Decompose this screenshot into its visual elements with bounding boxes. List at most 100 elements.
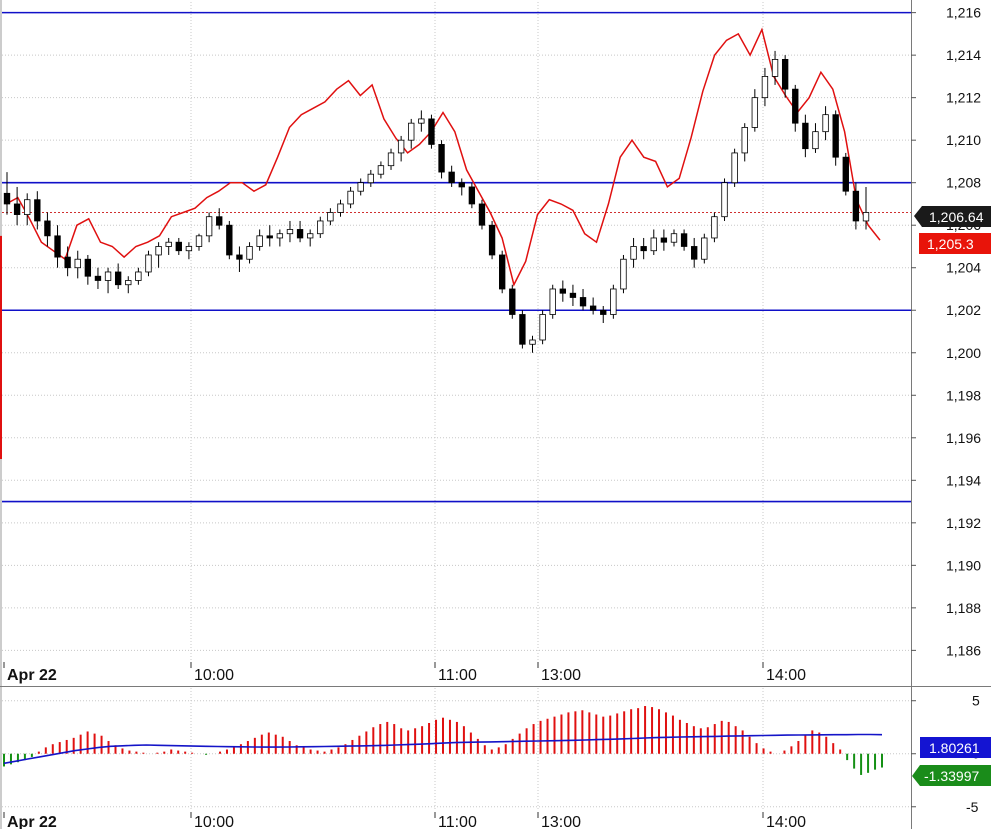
- candle-up: [630, 246, 637, 260]
- candle-down: [44, 220, 51, 237]
- candle-up: [620, 258, 627, 290]
- candle-up: [650, 237, 657, 252]
- histogram-value-label: -1.33997: [924, 768, 979, 784]
- price-y-tick-label: 1,210: [946, 132, 981, 148]
- candle-down: [600, 309, 607, 315]
- candle-up: [418, 118, 425, 124]
- time-axis-label: 11:00: [438, 814, 477, 829]
- candle-up: [812, 131, 819, 150]
- candle-up: [549, 288, 556, 315]
- candle-down: [34, 199, 41, 222]
- candle-down: [488, 224, 496, 256]
- price-y-tick-label: 1,204: [946, 260, 981, 276]
- candle-down: [680, 233, 688, 247]
- candle-up: [670, 233, 678, 243]
- candle-up: [771, 58, 779, 77]
- candle-up: [397, 139, 405, 154]
- candle-down: [13, 203, 21, 215]
- time-axis-label: 14:00: [766, 667, 806, 684]
- candle-up: [24, 199, 31, 215]
- candle-down: [94, 275, 102, 281]
- candle-down: [468, 186, 476, 205]
- candle-down: [842, 156, 849, 192]
- candle-down: [478, 203, 486, 226]
- candle-down: [559, 288, 567, 294]
- candle-up: [205, 216, 213, 237]
- candle-up: [135, 271, 142, 281]
- candle-up: [286, 229, 294, 235]
- price-y-tick-label: 1,198: [946, 387, 981, 403]
- histogram-value-tag: -1.33997: [912, 765, 991, 786]
- candle-up: [256, 235, 263, 247]
- candle-up: [711, 216, 718, 239]
- time-axis-label: 13:00: [541, 667, 581, 684]
- candle-down: [266, 235, 273, 239]
- candle-down: [296, 229, 304, 239]
- candle-down: [589, 305, 597, 311]
- signal-value-tag: 1.80261: [920, 737, 991, 758]
- candle-up: [822, 114, 829, 133]
- candle-up: [357, 182, 364, 192]
- candle-down: [781, 58, 789, 90]
- osc-y-tick-label: -5: [966, 799, 979, 815]
- candle-down: [832, 114, 839, 158]
- price-y-tick-label: 1,192: [946, 515, 981, 531]
- candle-down: [792, 88, 799, 124]
- candle-up: [74, 258, 81, 269]
- candle-up: [862, 212, 870, 222]
- price-y-tick-label: 1,200: [946, 345, 981, 361]
- candle-up: [610, 288, 617, 315]
- signal-value-label: 1.80261: [929, 740, 980, 756]
- candle-up: [317, 220, 324, 235]
- candle-down: [3, 192, 11, 205]
- candle-down: [509, 288, 516, 315]
- candle-down: [852, 190, 860, 222]
- price-y-tick-label: 1,190: [946, 557, 981, 573]
- candle-down: [236, 254, 243, 260]
- candle-up: [377, 165, 385, 175]
- candle-down: [458, 182, 465, 188]
- price-y-tick-label: 1,208: [946, 175, 981, 191]
- candle-down: [569, 292, 577, 298]
- candle-down: [640, 246, 647, 252]
- candle-up: [731, 152, 738, 184]
- candle-up: [276, 233, 284, 239]
- price-y-tick-label: 1,194: [946, 472, 981, 488]
- time-axis-label: Apr 22: [7, 667, 57, 684]
- candle-down: [499, 254, 506, 290]
- candle-up: [529, 339, 536, 345]
- candle-down: [226, 224, 233, 256]
- time-axis-label: Apr 22: [7, 814, 57, 829]
- candle-down: [54, 235, 61, 258]
- candle-down: [438, 144, 445, 173]
- candle-down: [84, 258, 92, 277]
- candle-down: [660, 237, 668, 243]
- candle-down: [802, 122, 809, 150]
- time-axis-label: 13:00: [541, 814, 581, 829]
- osc-y-tick-label: 5: [972, 693, 980, 709]
- time-axis-label: 11:00: [438, 667, 477, 684]
- candle-up: [539, 314, 546, 341]
- price-y-tick-label: 1,186: [946, 642, 981, 658]
- candle-down: [114, 271, 122, 286]
- candle-up: [327, 212, 334, 222]
- time-axis-label: 10:00: [194, 814, 234, 829]
- candle-up: [337, 203, 344, 213]
- last-price-tag: 1,206.64: [914, 206, 991, 227]
- time-axis-label: 10:00: [194, 667, 234, 684]
- candle-up: [721, 182, 728, 218]
- candle-up: [246, 246, 253, 260]
- candle-down: [64, 256, 71, 269]
- price-y-tick-label: 1,212: [946, 90, 981, 106]
- candle-up: [195, 235, 203, 247]
- price-y-tick-label: 1,196: [946, 430, 981, 446]
- candle-down: [691, 246, 698, 260]
- candle-up: [761, 76, 769, 99]
- candle-up: [701, 237, 708, 260]
- candle-up: [165, 241, 172, 247]
- candle-up: [185, 246, 193, 252]
- candle-up: [367, 173, 374, 184]
- candle-down: [428, 118, 435, 145]
- candle-down: [579, 297, 587, 307]
- price-y-tick-label: 1,188: [946, 600, 981, 616]
